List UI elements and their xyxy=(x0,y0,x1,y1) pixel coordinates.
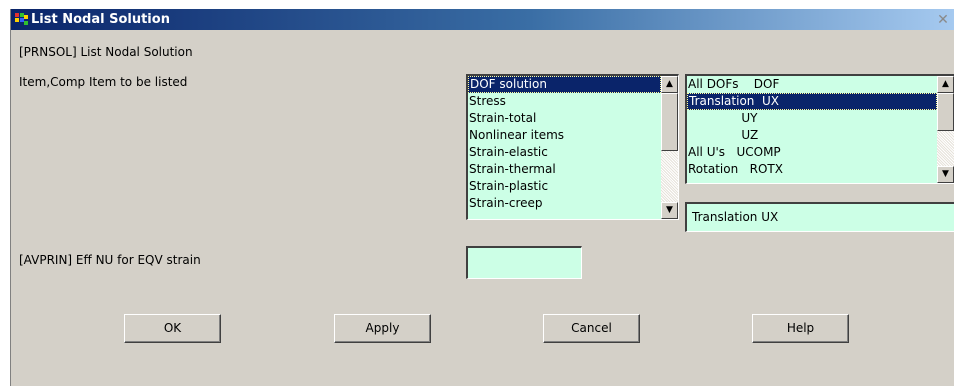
cancel-button[interactable]: Cancel xyxy=(543,314,640,343)
header-label: [PRNSOL] List Nodal Solution xyxy=(19,45,193,59)
component-list-item[interactable]: UY xyxy=(687,110,937,127)
scroll-down-arrow-icon[interactable]: ▼ xyxy=(937,166,954,183)
component-listbox[interactable]: All DOFs DOF Translation UX UY UZ All U's … xyxy=(685,74,954,184)
scroll-down-arrow-icon[interactable]: ▼ xyxy=(661,202,678,219)
scroll-up-arrow-icon[interactable]: ▲ xyxy=(661,76,678,93)
category-list-item[interactable]: Strain-plastic xyxy=(468,178,661,195)
close-icon[interactable]: ✕ xyxy=(936,13,950,27)
category-listbox[interactable]: DOF solution Stress Strain-total Nonlinear … xyxy=(466,74,679,220)
scroll-up-arrow-icon[interactable]: ▲ xyxy=(937,76,954,93)
category-scrollbar[interactable]: ▲ ▼ xyxy=(661,76,678,219)
component-scrollbar[interactable]: ▲ ▼ xyxy=(937,76,954,183)
item-comp-label: Item,Comp Item to be listed xyxy=(19,75,188,89)
component-list-item[interactable]: Rotation ROTX xyxy=(687,161,937,178)
component-items: All DOFs DOF Translation UX UY UZ All U's … xyxy=(687,76,937,183)
ansys-app-icon xyxy=(15,13,28,26)
category-list-item[interactable]: Strain-creep xyxy=(468,195,661,212)
category-list-item[interactable]: Strain-thermal xyxy=(468,161,661,178)
component-selected-field[interactable]: Translation UX xyxy=(685,202,954,232)
dialog-window: List Nodal Solution ✕ [PRNSOL] List Noda… xyxy=(10,9,954,386)
avprin-label: [AVPRIN] Eff NU for EQV strain xyxy=(19,253,201,267)
title-bar[interactable]: List Nodal Solution xyxy=(11,9,954,30)
category-list-item[interactable]: DOF solution xyxy=(468,76,661,93)
category-items: DOF solution Stress Strain-total Nonlinear … xyxy=(468,76,661,219)
component-list-item[interactable]: UZ xyxy=(687,127,937,144)
avprin-input[interactable] xyxy=(466,246,582,279)
category-list-item[interactable]: Nonlinear items xyxy=(468,127,661,144)
scroll-thumb[interactable] xyxy=(661,93,678,151)
category-list-item[interactable]: Strain-elastic xyxy=(468,144,661,161)
category-list-item[interactable]: Strain-total xyxy=(468,110,661,127)
ok-button[interactable]: OK xyxy=(124,314,221,343)
apply-button[interactable]: Apply xyxy=(334,314,431,343)
component-list-item[interactable]: All DOFs DOF xyxy=(687,76,937,93)
component-list-item[interactable]: Translation UX xyxy=(687,93,937,110)
window-title: List Nodal Solution xyxy=(31,12,170,27)
category-list-item[interactable]: Stress xyxy=(468,93,661,110)
scroll-thumb[interactable] xyxy=(937,93,954,131)
component-list-item[interactable]: All U's UCOMP xyxy=(687,144,937,161)
help-button[interactable]: Help xyxy=(752,314,849,343)
